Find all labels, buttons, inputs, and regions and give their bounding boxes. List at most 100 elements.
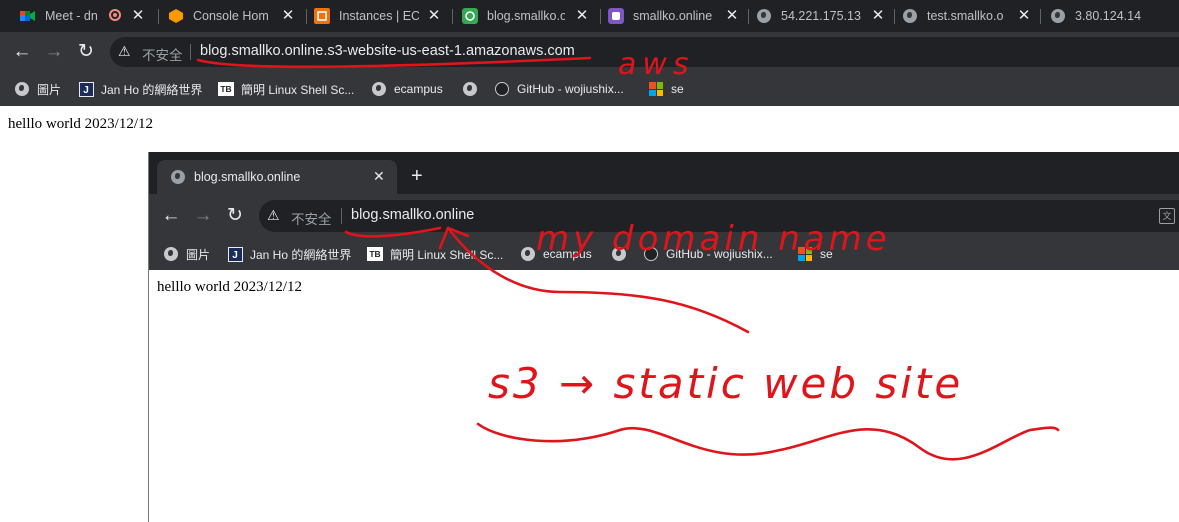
security-label: 不安全 [142, 48, 183, 63]
inner-browser-window: blog.smallko.online ✕ + ← → ↻ ⚠ 不安全 blog… [148, 152, 1179, 522]
close-icon[interactable]: ✕ [574, 8, 590, 24]
close-icon[interactable]: ✕ [426, 8, 442, 24]
back-icon[interactable]: ← [159, 204, 183, 228]
ec2-icon [314, 8, 330, 24]
tab-divider [894, 9, 895, 24]
tab-ip-54[interactable]: 54.221.175.13 ✕ [756, 0, 892, 32]
globe-icon [520, 246, 536, 262]
bookmark-item[interactable]: J Jan Ho 的網絡世界 [227, 245, 351, 263]
bookmark-label: se [671, 82, 684, 96]
bookmark-label: 圖片 [37, 82, 62, 97]
bookmark-item[interactable]: se [797, 245, 833, 263]
inner-tab[interactable]: blog.smallko.online ✕ [157, 160, 397, 194]
outer-page-text: helllo world 2023/12/12 [8, 116, 153, 132]
bookmark-item[interactable]: ecampus [371, 80, 443, 98]
globe-icon [462, 81, 478, 97]
omnibox-divider [190, 44, 191, 60]
bookmark-label: Jan Ho 的網絡世界 [250, 247, 352, 262]
close-icon[interactable]: ✕ [870, 8, 886, 24]
aws-console-icon [168, 8, 184, 24]
bookmark-label: GitHub - wojiushix... [666, 247, 773, 261]
omnibox-divider [341, 208, 342, 224]
tab-title: 3.80.124.14 [1075, 9, 1142, 23]
translate-icon[interactable]: 文 [1159, 208, 1175, 224]
tab-test-smallko[interactable]: test.smallko.o ✕ [902, 0, 1038, 32]
outer-tab-strip: Meet - dn ✕ Console Hom ✕ Instances | EC… [0, 0, 1179, 32]
warning-icon: ⚠ [118, 43, 131, 59]
bookmark-label: ecampus [394, 82, 443, 96]
tab-smallko-online[interactable]: smallko.online ✕ [608, 0, 746, 32]
security-label: 不安全 [291, 212, 332, 227]
microsoft-icon [797, 246, 813, 262]
tab-divider [600, 9, 601, 24]
globe-icon [756, 8, 772, 24]
tab-title: blog.smallko.o [487, 9, 565, 23]
bookmark-label: 簡明 Linux Shell Sc... [241, 82, 355, 97]
bookmark-item[interactable]: GitHub - wojiushix... [494, 80, 624, 98]
forward-icon[interactable]: → [42, 40, 66, 64]
j-icon: J [227, 246, 243, 262]
warning-icon: ⚠ [267, 207, 280, 223]
tab-ip-3[interactable]: 3.80.124.14 [1050, 0, 1179, 32]
bookmark-item[interactable]: ecampus [520, 245, 592, 263]
close-icon[interactable]: ✕ [724, 8, 740, 24]
green-tab-icon [462, 8, 478, 24]
globe-icon [611, 246, 627, 262]
back-icon[interactable]: ← [10, 40, 34, 64]
close-icon[interactable]: ✕ [373, 168, 385, 185]
tb-icon: TB [367, 246, 383, 262]
close-icon[interactable]: ✕ [1016, 8, 1032, 24]
tab-divider [1040, 9, 1041, 24]
tab-title: smallko.online [633, 9, 713, 23]
tab-title: test.smallko.o [927, 9, 1004, 23]
url-text[interactable]: blog.smallko.online.s3-website-us-east-1… [200, 43, 575, 59]
outer-omnibox[interactable]: ⚠ 不安全 blog.smallko.online.s3-website-us-… [110, 37, 1179, 67]
bookmark-label: 簡明 Linux Shell Sc... [390, 247, 504, 262]
globe-icon [1050, 8, 1066, 24]
bookmark-label: se [820, 247, 833, 261]
tab-title: Meet - dn [45, 9, 98, 23]
recording-indicator-icon [109, 9, 121, 21]
bookmark-item[interactable]: TB 簡明 Linux Shell Sc... [218, 80, 354, 98]
tab-divider [158, 9, 159, 24]
globe-icon [163, 246, 179, 262]
tab-meet[interactable]: Meet - dn ✕ [20, 0, 152, 32]
new-tab-icon[interactable]: + [411, 166, 423, 186]
github-icon [494, 81, 510, 97]
tab-title: Instances | EC [339, 9, 419, 23]
bookmark-item[interactable]: TB 簡明 Linux Shell Sc... [367, 245, 503, 263]
tab-title: 54.221.175.13 [781, 9, 861, 23]
bookmark-item[interactable]: 圖片 [163, 245, 210, 263]
bookmark-label: 圖片 [186, 247, 211, 262]
globe-icon [171, 170, 185, 184]
bookmark-item[interactable] [462, 80, 485, 98]
bookmark-item[interactable]: J Jan Ho 的網絡世界 [78, 80, 202, 98]
reload-icon[interactable]: ↻ [223, 204, 247, 228]
bookmark-item[interactable] [611, 245, 634, 263]
bookmark-item[interactable]: se [648, 80, 684, 98]
purple-tab-icon [608, 8, 624, 24]
bookmark-label: Jan Ho 的網絡世界 [101, 82, 203, 97]
bookmark-label: GitHub - wojiushix... [517, 82, 624, 96]
tab-console-home[interactable]: Console Hom ✕ [168, 0, 302, 32]
globe-icon [14, 81, 30, 97]
google-meet-icon [20, 8, 36, 24]
tab-title: Console Hom [193, 9, 269, 23]
tab-title: blog.smallko.online [194, 170, 301, 184]
microsoft-icon [648, 81, 664, 97]
github-icon [643, 246, 659, 262]
bookmark-item[interactable]: 圖片 [14, 80, 61, 98]
inner-omnibox[interactable]: ⚠ 不安全 blog.smallko.online 文 [259, 200, 1179, 232]
reload-icon[interactable]: ↻ [74, 40, 98, 64]
outer-bookmarks-bar: 圖片 J Jan Ho 的網絡世界 TB 簡明 Linux Shell Sc... … [0, 72, 1179, 106]
inner-bookmarks-bar: 圖片 J Jan Ho 的網絡世界 TB 簡明 Linux Shell Sc... … [149, 238, 1179, 270]
tab-divider [306, 9, 307, 24]
tab-instances[interactable]: Instances | EC ✕ [314, 0, 448, 32]
forward-icon[interactable]: → [191, 204, 215, 228]
bookmark-label: ecampus [543, 247, 592, 261]
close-icon[interactable]: ✕ [280, 8, 296, 24]
url-text[interactable]: blog.smallko.online [351, 207, 474, 223]
tab-blog-smallko[interactable]: blog.smallko.o ✕ [462, 0, 596, 32]
close-icon[interactable]: ✕ [130, 8, 146, 24]
bookmark-item[interactable]: GitHub - wojiushix... [643, 245, 773, 263]
